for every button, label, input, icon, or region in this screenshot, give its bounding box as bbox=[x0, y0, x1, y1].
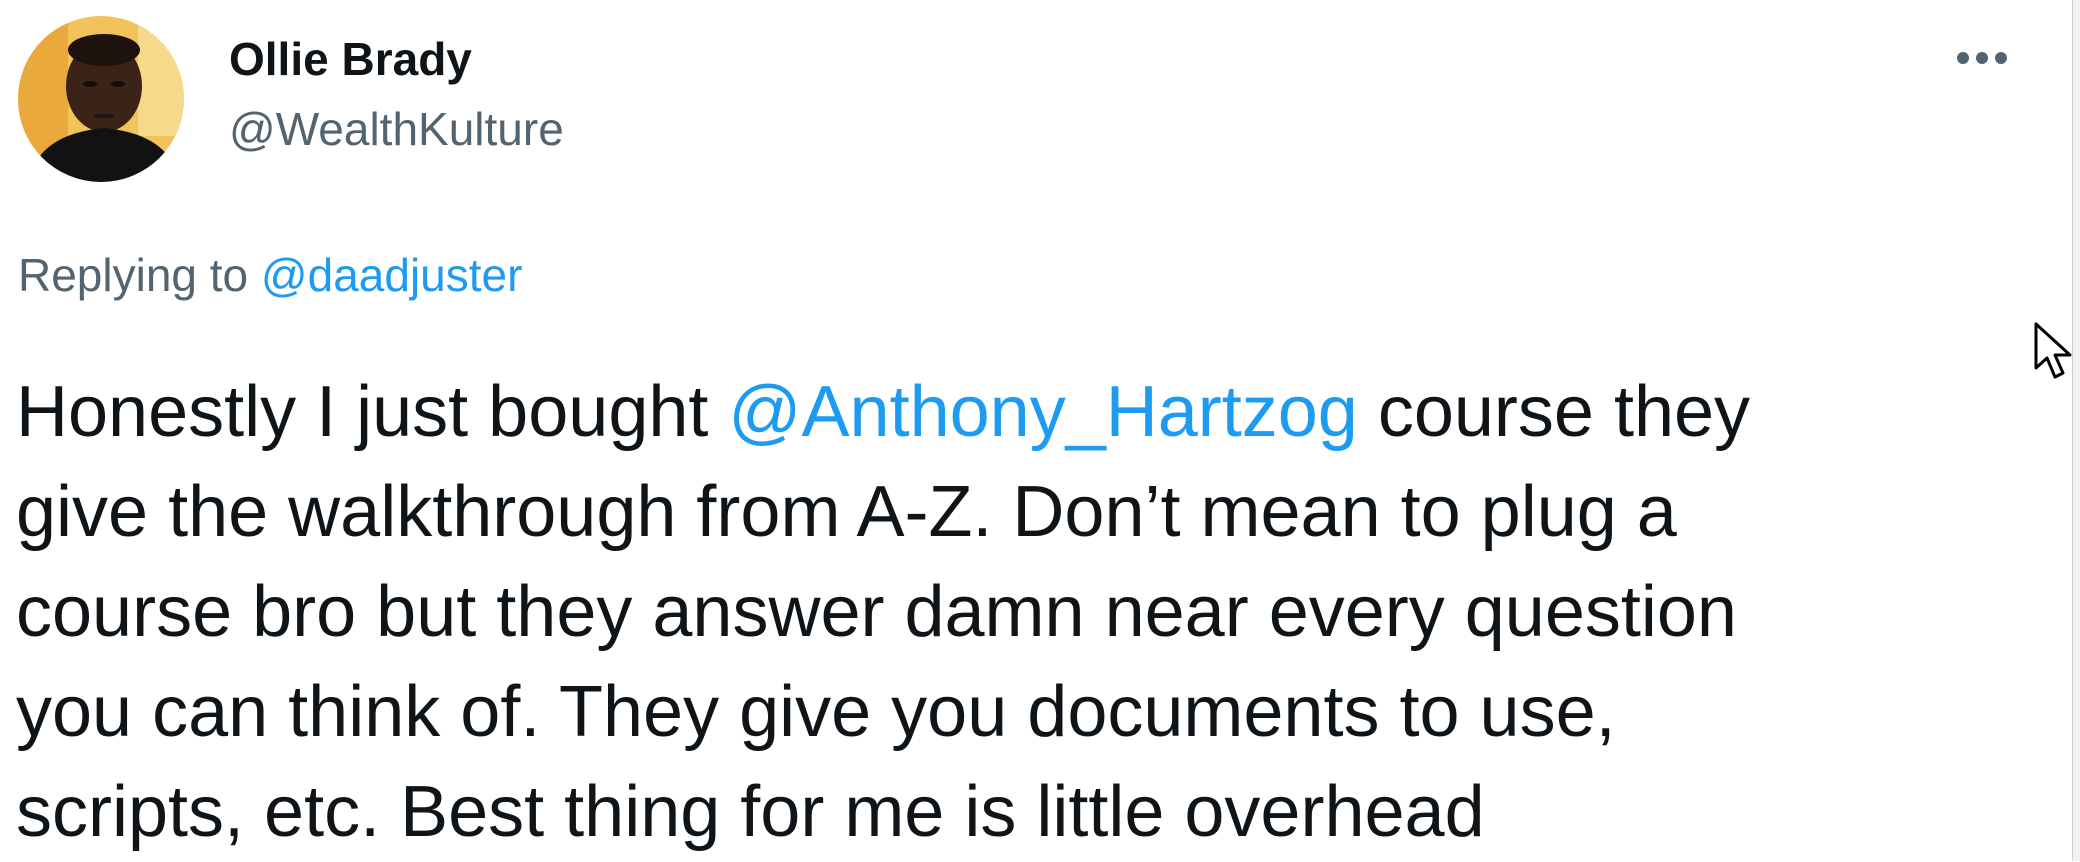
reply-mention-link[interactable]: @daadjuster bbox=[261, 249, 523, 301]
profile-photo-icon bbox=[18, 16, 184, 182]
avatar[interactable] bbox=[18, 16, 184, 182]
tweet-line: Honestly I just bought @Anthony_Hartzog … bbox=[16, 362, 2006, 462]
tweet-text-segment: Honestly I just bought bbox=[16, 372, 729, 452]
mouse-pointer-icon bbox=[2034, 322, 2074, 380]
author-display-name[interactable]: Ollie Brady bbox=[229, 30, 472, 88]
tweet-text: Honestly I just bought @Anthony_Hartzog … bbox=[16, 362, 2006, 862]
more-options-button[interactable] bbox=[1950, 36, 2014, 80]
reply-context: Replying to @daadjuster bbox=[18, 246, 522, 304]
author-handle[interactable]: @WealthKulture bbox=[229, 100, 564, 158]
tweet-mention-link[interactable]: @Anthony_Hartzog bbox=[728, 372, 1357, 452]
reply-prefix: Replying to bbox=[18, 249, 261, 301]
tweet-line: course bro but they answer damn near eve… bbox=[16, 572, 1737, 652]
more-horizontal-icon bbox=[1957, 52, 2007, 64]
tweet-line: give the walkthrough from A-Z. Don’t mea… bbox=[16, 472, 1677, 552]
tweet-line: you can think of. They give you document… bbox=[16, 672, 1616, 752]
tweet-line: scripts, etc. Best thing for me is littl… bbox=[16, 772, 1485, 852]
tweet-text-segment: course they bbox=[1357, 372, 1751, 452]
window-edge bbox=[2072, 0, 2080, 861]
